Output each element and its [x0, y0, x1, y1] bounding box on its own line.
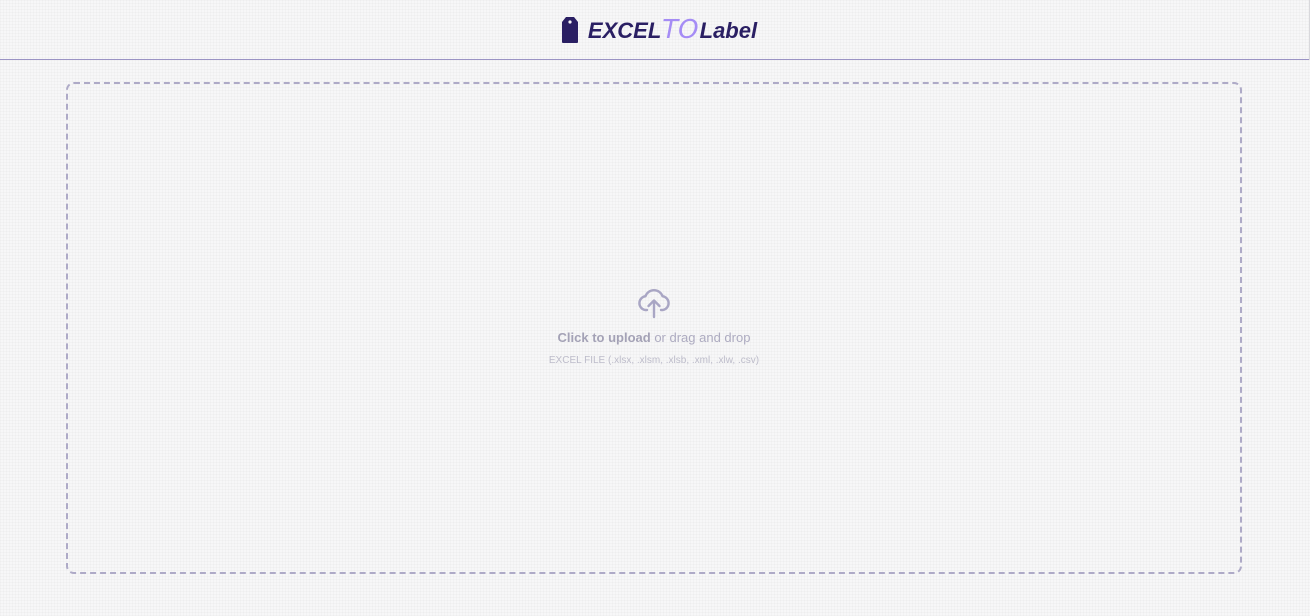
brand-to: TO: [662, 14, 699, 45]
click-to-upload-link[interactable]: Click to upload: [558, 330, 651, 345]
tag-icon: [561, 16, 579, 44]
drag-drop-text: or drag and drop: [650, 330, 751, 345]
brand-logo[interactable]: EXCEL TO Label: [561, 15, 757, 45]
accepted-formats: EXCEL FILE (.xlsx, .xlsm, .xlsb, .xml, .…: [548, 355, 760, 366]
app-header: EXCEL TO Label: [0, 0, 1310, 60]
brand-excel: EXCEL: [587, 17, 662, 43]
brand-name: EXCEL TO Label: [588, 15, 757, 45]
brand-label: Label: [699, 17, 758, 43]
file-dropzone[interactable]: Click to upload or drag and drop EXCEL F…: [66, 82, 1242, 574]
cloud-upload-icon: [636, 284, 672, 320]
upload-instruction: Click to upload or drag and drop: [558, 330, 751, 345]
